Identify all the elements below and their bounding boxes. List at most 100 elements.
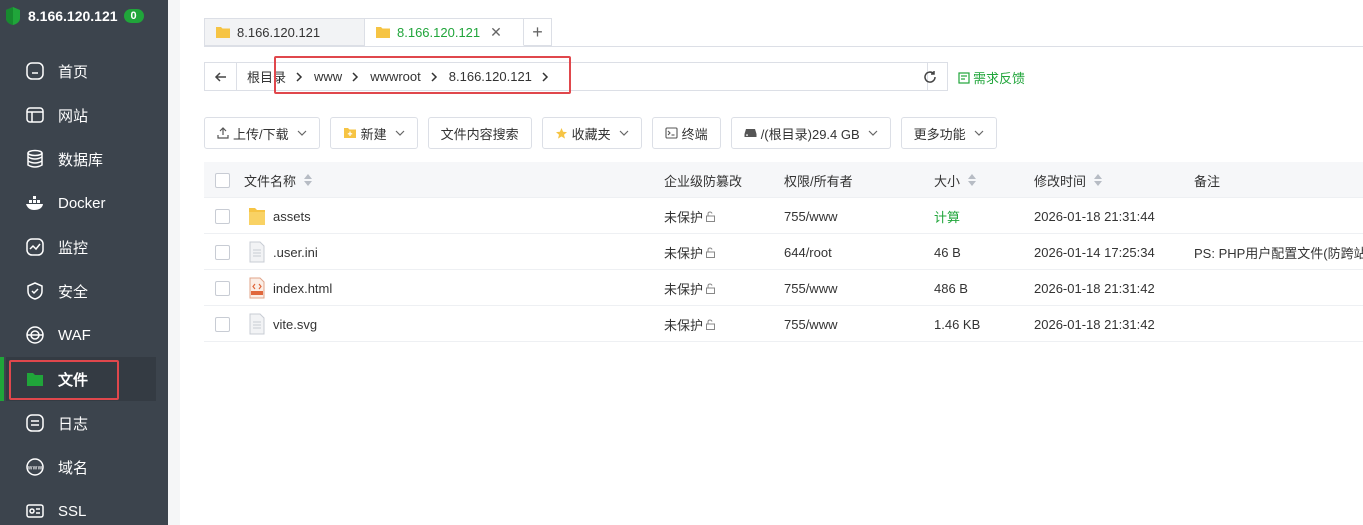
- sidebar-item-domain[interactable]: www 域名: [0, 445, 168, 489]
- sidebar-item-label: 域名: [58, 459, 89, 477]
- size-cell: 1.46 KB: [934, 306, 980, 342]
- sidebar-item-label: WAF: [58, 326, 91, 344]
- waf-icon: [24, 324, 46, 346]
- upload-download-button[interactable]: 上传/下载: [204, 117, 320, 149]
- svg-text:www: www: [28, 465, 43, 472]
- size-cell: 46 B: [934, 234, 961, 270]
- tab-path-1[interactable]: 8.166.120.121: [204, 18, 365, 46]
- header-tamper: 企业级防篡改: [664, 162, 742, 198]
- row-checkbox[interactable]: [215, 306, 230, 342]
- size-value: 1.46 KB: [934, 316, 981, 332]
- more-functions-button[interactable]: 更多功能: [900, 117, 997, 149]
- unlock-icon: [705, 318, 716, 330]
- sidebar-item-security[interactable]: 安全: [0, 269, 168, 313]
- perm-cell[interactable]: 755/www: [784, 306, 837, 342]
- mtime-cell: 2026-01-18 21:31:42: [1034, 270, 1155, 306]
- tamper-cell[interactable]: 未保护: [664, 270, 716, 306]
- tamper-status: 未保护: [664, 317, 704, 333]
- file-name-cell[interactable]: vite.svg: [248, 306, 317, 342]
- feedback-link[interactable]: 需求反馈: [958, 68, 1025, 87]
- sidebar: 8.166.120.121 0 首页 网站 数据库 Docker 监控 安全 W…: [0, 0, 168, 525]
- header-label: 权限/所有者: [784, 173, 853, 189]
- sidebar-item-log[interactable]: 日志: [0, 401, 168, 445]
- sidebar-item-ssl[interactable]: SSL: [0, 489, 168, 525]
- perm-cell[interactable]: 644/root: [784, 234, 832, 270]
- sidebar-item-label: 日志: [58, 415, 89, 433]
- row-checkbox[interactable]: [215, 234, 230, 270]
- upload-icon: [217, 127, 229, 139]
- file-name-cell[interactable]: index.html: [248, 270, 332, 306]
- sidebar-item-waf[interactable]: WAF: [0, 313, 168, 357]
- perm-cell[interactable]: 755/www: [784, 270, 837, 306]
- header-name[interactable]: 文件名称: [244, 162, 313, 198]
- terminal-button[interactable]: 终端: [651, 117, 721, 149]
- sidebar-item-monitor[interactable]: 监控: [0, 225, 168, 269]
- header-note: 备注: [1194, 162, 1220, 198]
- chevron-down-icon: [619, 130, 629, 136]
- table-row[interactable]: assets 未保护 755/www 计算 2026-01-18 21:31:4…: [204, 198, 1363, 234]
- size-value: 46 B: [934, 244, 961, 260]
- more-functions-label: 更多功能: [913, 126, 966, 142]
- mtime-cell: 2026-01-18 21:31:42: [1034, 306, 1155, 342]
- new-button[interactable]: 新建: [329, 117, 418, 149]
- mtime-value: 2026-01-18 21:31:44: [1034, 208, 1155, 224]
- back-button[interactable]: [205, 63, 237, 90]
- refresh-button[interactable]: [912, 62, 948, 91]
- calc-size-link[interactable]: 计算: [934, 198, 960, 234]
- file-name-cell[interactable]: .user.ini: [248, 234, 318, 270]
- brand: 8.166.120.121 0: [0, 0, 168, 32]
- website-icon: [24, 104, 46, 126]
- table-header: 文件名称 企业级防篡改 权限/所有者 大小 修改时间 备注: [204, 162, 1363, 198]
- docker-icon: [24, 192, 46, 214]
- notification-badge[interactable]: 0: [123, 9, 144, 23]
- perm-value: 755/www: [784, 280, 838, 296]
- search-content-button[interactable]: 文件内容搜索: [427, 117, 532, 149]
- sidebar-item-docker[interactable]: Docker: [0, 181, 168, 225]
- unlock-icon: [705, 282, 716, 294]
- select-all-checkbox[interactable]: [215, 162, 230, 198]
- perm-cell[interactable]: 755/www: [784, 198, 837, 234]
- home-icon: [24, 60, 46, 82]
- tamper-cell[interactable]: 未保护: [664, 234, 716, 270]
- row-checkbox[interactable]: [215, 270, 230, 306]
- file-icon: [249, 241, 265, 263]
- file-name-cell[interactable]: assets: [248, 198, 311, 234]
- file-table: 文件名称 企业级防篡改 权限/所有者 大小 修改时间 备注 assets 未保护…: [204, 162, 1363, 342]
- add-tab-button[interactable]: +: [524, 18, 552, 46]
- tamper-cell[interactable]: 未保护: [664, 306, 716, 342]
- favorites-button[interactable]: 收藏夹: [541, 117, 642, 149]
- note-cell[interactable]: PS: PHP用户配置文件(防跨站)!: [1194, 234, 1363, 270]
- sidebar-item-database[interactable]: 数据库: [0, 137, 168, 181]
- header-perm: 权限/所有者: [784, 162, 853, 198]
- mtime-value: 2026-01-14 17:25:34: [1034, 244, 1155, 260]
- sort-icon[interactable]: [968, 174, 977, 186]
- table-row[interactable]: .user.ini 未保护 644/root 46 B 2026-01-14 1…: [204, 234, 1363, 270]
- star-icon: [555, 127, 568, 140]
- sidebar-item-website[interactable]: 网站: [0, 93, 168, 137]
- new-folder-icon: [343, 127, 357, 139]
- table-row[interactable]: index.html 未保护 755/www 486 B 2026-01-18 …: [204, 270, 1363, 306]
- sidebar-item-label: 首页: [58, 63, 89, 81]
- tabs-divider: [204, 46, 1363, 47]
- sort-icon[interactable]: [1094, 174, 1103, 186]
- header-label: 企业级防篡改: [664, 173, 743, 189]
- table-row[interactable]: vite.svg 未保护 755/www 1.46 KB 2026-01-18 …: [204, 306, 1363, 342]
- log-icon: [24, 412, 46, 434]
- tab-path-2[interactable]: 8.166.120.121 ✕: [365, 18, 524, 46]
- tamper-cell[interactable]: 未保护: [664, 198, 716, 234]
- disk-button[interactable]: /(根目录)29.4 GB: [730, 117, 891, 149]
- header-mtime[interactable]: 修改时间: [1034, 162, 1103, 198]
- tab-label: 8.166.120.121: [237, 24, 321, 40]
- sort-icon[interactable]: [304, 174, 313, 186]
- header-label: 修改时间: [1034, 173, 1087, 189]
- mtime-value: 2026-01-18 21:31:42: [1034, 280, 1155, 296]
- terminal-label: 终端: [681, 126, 708, 142]
- close-icon[interactable]: ✕: [490, 24, 502, 41]
- new-label: 新建: [360, 126, 387, 142]
- sidebar-item-home[interactable]: 首页: [0, 49, 168, 93]
- row-checkbox[interactable]: [215, 198, 230, 234]
- header-size[interactable]: 大小: [934, 162, 977, 198]
- perm-value: 644/root: [784, 244, 832, 260]
- logo-icon: [6, 7, 20, 25]
- tamper-status: 未保护: [664, 245, 704, 261]
